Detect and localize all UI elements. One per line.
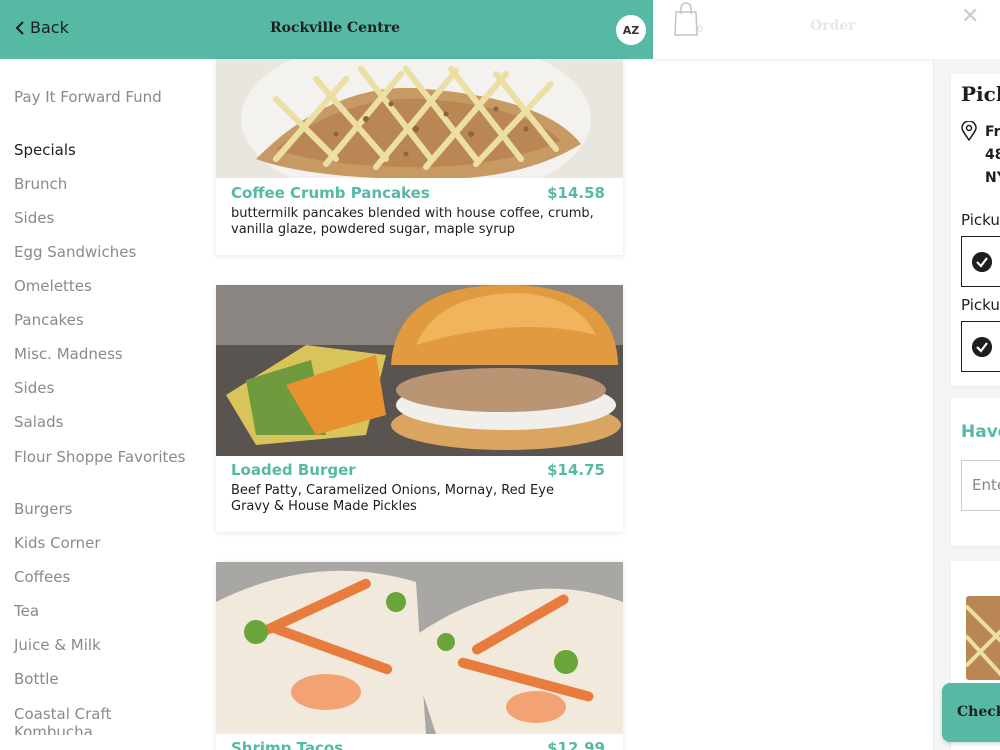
sidebar-item-bottle[interactable]: Bottle xyxy=(14,670,189,688)
checkout-button[interactable]: Check xyxy=(942,683,1000,742)
location-title: Rockville Centre xyxy=(269,20,401,36)
app-root: Back Rockville Centre AZ 0 Order ✕ Pay I… xyxy=(0,0,1000,750)
top-header-bar: Back Rockville Centre AZ xyxy=(0,0,653,59)
menu-item-price: $14.58 xyxy=(547,184,605,202)
order-panel: Pick Fr 48 NY Picku I Picku xyxy=(933,59,1000,750)
tacos-photo xyxy=(216,562,623,734)
user-avatar[interactable]: AZ xyxy=(616,15,646,45)
sidebar-item-salads[interactable]: Salads xyxy=(14,413,189,431)
menu-item-description: buttermilk pancakes blended with house c… xyxy=(231,206,594,237)
sidebar-item-juice-milk[interactable]: Juice & Milk xyxy=(14,636,189,654)
pickup-label-1: Picku xyxy=(961,211,1000,229)
menu-item-name: Coffee Crumb Pancakes xyxy=(231,184,430,202)
menu-item-card[interactable]: Loaded Burger $14.75 Beef Patty, Caramel… xyxy=(216,285,623,532)
sidebar-item-kids-corner[interactable]: Kids Corner xyxy=(14,534,189,552)
menu-item-card[interactable]: Coffee Crumb Pancakes $14.58 buttermilk … xyxy=(216,59,623,255)
menu-item-name: Loaded Burger xyxy=(231,461,356,479)
check-circle-icon xyxy=(972,337,992,357)
location-pin-icon xyxy=(961,121,977,141)
shopping-bag-icon[interactable] xyxy=(673,2,699,36)
sidebar-item-coffees[interactable]: Coffees xyxy=(14,568,189,586)
order-title: Order xyxy=(810,18,856,34)
bag-count: 0 xyxy=(697,24,704,35)
sidebar-item-pay-it-forward[interactable]: Pay It Forward Fund xyxy=(14,88,189,106)
sidebar-item-kombucha[interactable]: Coastal Craft Kombucha xyxy=(14,705,189,735)
sidebar-item-specials[interactable]: Specials xyxy=(14,141,189,159)
cart-item-thumbnail xyxy=(966,596,1000,680)
pickup-panel: Pick Fr 48 NY Picku I Picku xyxy=(951,74,1000,386)
sidebar-item-egg-sandwiches[interactable]: Egg Sandwiches xyxy=(14,243,189,261)
check-circle-icon xyxy=(972,252,992,272)
pickup-option-2[interactable]: I xyxy=(961,321,1000,372)
pancakes-photo xyxy=(216,59,623,178)
sidebar-item-misc-madness[interactable]: Misc. Madness xyxy=(14,345,189,363)
category-sidebar: Pay It Forward Fund Specials Brunch Side… xyxy=(0,59,200,735)
sidebar-item-sides-2[interactable]: Sides xyxy=(14,379,189,397)
order-header-bar: 0 Order ✕ xyxy=(653,0,1000,59)
sidebar-item-omelettes[interactable]: Omelettes xyxy=(14,277,189,295)
sidebar-item-brunch[interactable]: Brunch xyxy=(14,175,189,193)
pickup-heading: Pick xyxy=(961,82,1000,106)
burger-photo xyxy=(216,285,623,456)
menu-item-name: Shrimp Tacos xyxy=(231,739,344,750)
sidebar-item-sides[interactable]: Sides xyxy=(14,209,189,227)
menu-item-price: $12.99 xyxy=(547,739,605,750)
sidebar-item-pancakes[interactable]: Pancakes xyxy=(14,311,189,329)
address-line-2: 48 xyxy=(985,147,1000,163)
address-line-1: Fr xyxy=(985,124,1000,140)
menu-item-card[interactable]: Shrimp Tacos $12.99 xyxy=(216,562,623,750)
pickup-option-1[interactable]: I xyxy=(961,236,1000,287)
sidebar-item-burgers[interactable]: Burgers xyxy=(14,500,189,518)
pickup-label-2: Picku xyxy=(961,296,1000,314)
sidebar-item-tea[interactable]: Tea xyxy=(14,602,189,620)
promo-heading: Have xyxy=(961,422,1000,442)
checkout-label: Check xyxy=(957,704,1000,720)
address-line-3: NY xyxy=(985,170,1000,186)
menu-item-price: $14.75 xyxy=(547,461,605,479)
promo-code-input[interactable]: Ente xyxy=(961,460,1000,511)
close-icon[interactable]: ✕ xyxy=(961,6,979,28)
sidebar-item-flour-shoppe[interactable]: Flour Shoppe Favorites xyxy=(14,448,189,466)
menu-item-description: Beef Patty, Caramelized Onions, Mornay, … xyxy=(231,483,554,514)
promo-panel: Have Ente xyxy=(951,398,1000,546)
